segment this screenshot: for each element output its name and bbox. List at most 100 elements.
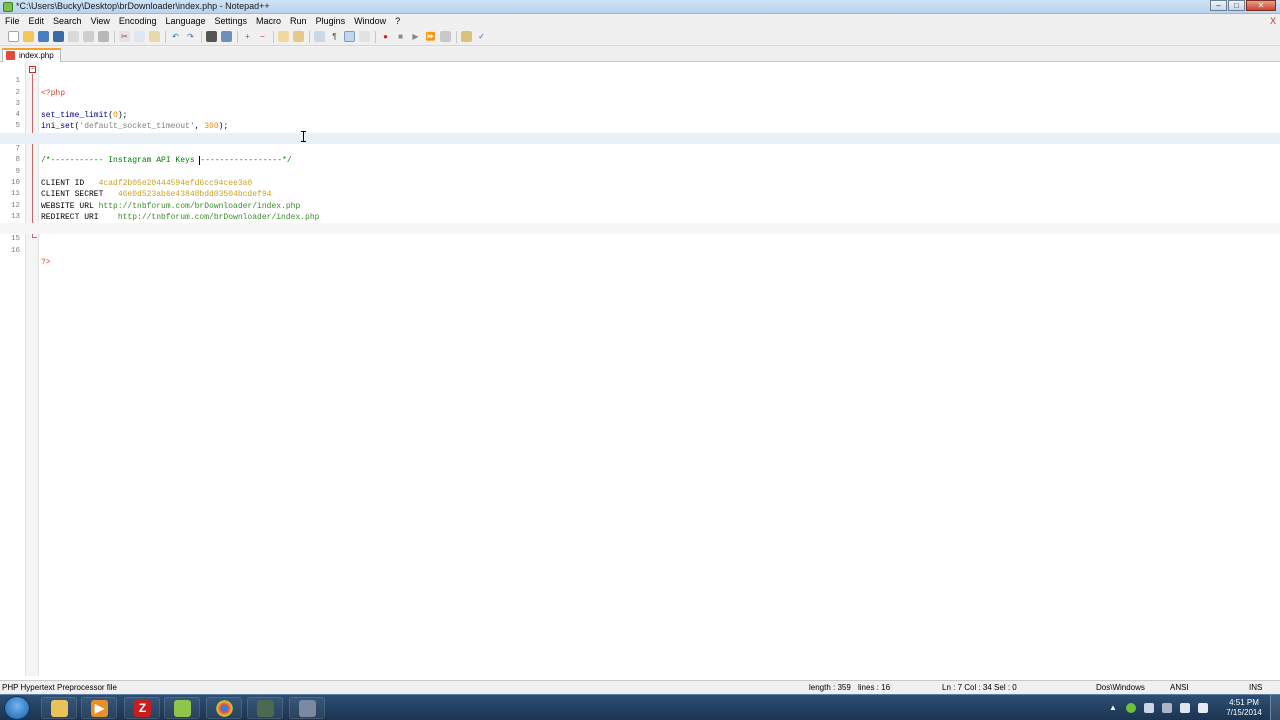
code-line: 15	[0, 223, 1280, 243]
toolbar-separator	[456, 30, 457, 43]
menu-plugins[interactable]: Plugins	[311, 16, 350, 26]
menu-macro[interactable]: Macro	[251, 16, 285, 26]
app-icon	[299, 700, 316, 717]
code-line: 16 ?>	[0, 234, 1280, 267]
code-line: 3 set_time_limit(0);	[0, 88, 1280, 120]
taskbar-explorer[interactable]	[41, 697, 77, 719]
indent-guide-icon[interactable]	[344, 31, 355, 42]
menu-bar: File Edit Search View Encoding Language …	[0, 14, 1280, 28]
word-wrap-icon[interactable]	[314, 31, 325, 42]
taskbar-filezilla[interactable]: Z	[124, 697, 160, 719]
minimize-button[interactable]: –	[1210, 0, 1227, 11]
code-line: 6	[0, 121, 1280, 142]
save-icon[interactable]	[38, 31, 49, 42]
status-eol[interactable]: Dos\Windows	[1096, 683, 1145, 692]
code-line: 4 ini_set('default_socket_timeout', 300)…	[0, 99, 1280, 131]
code-editor[interactable]: − 1 <?php 2 3 set_time_limit(0); 4 ini_s…	[0, 62, 1280, 676]
menu-run[interactable]: Run	[285, 16, 311, 26]
redo-icon[interactable]: ↷	[185, 31, 196, 42]
status-encoding[interactable]: ANSI	[1170, 683, 1189, 692]
code-line: 12 REDIRECT URI http://tnbforum.com/brDo…	[0, 189, 1280, 222]
toolbar-separator	[375, 30, 376, 43]
close-button[interactable]: ✕	[1246, 0, 1276, 11]
tray-network-icon[interactable]	[1144, 703, 1154, 713]
sync-horizontal-icon[interactable]	[293, 31, 304, 42]
record-macro-icon[interactable]: ●	[380, 31, 391, 42]
close-file-icon[interactable]	[68, 31, 79, 42]
play-macro-icon[interactable]: ▶	[410, 31, 421, 42]
maximize-button[interactable]: □	[1228, 0, 1245, 11]
tray-volume-icon[interactable]	[1198, 703, 1208, 713]
tray-expand-icon[interactable]: ▲	[1108, 703, 1118, 713]
save-macro-icon[interactable]	[440, 31, 451, 42]
toolbar-separator	[114, 30, 115, 43]
tray-flag-icon[interactable]	[1162, 703, 1172, 713]
open-file-icon[interactable]	[23, 31, 34, 42]
zoom-in-icon[interactable]: +	[242, 31, 253, 42]
clock-time: 4:51 PM	[1229, 698, 1259, 707]
paste-icon[interactable]	[149, 31, 160, 42]
taskbar-app-6[interactable]	[247, 697, 283, 719]
tray-app-icon[interactable]	[1126, 703, 1136, 713]
taskbar: ▶ Z ▲ 4:51 PM 7/15/2014	[0, 694, 1280, 720]
taskbar-notepad-plus-plus[interactable]	[164, 697, 200, 719]
close-all-icon[interactable]	[83, 31, 94, 42]
tab-index-php[interactable]: index.php	[2, 48, 61, 62]
copy-icon[interactable]	[134, 31, 145, 42]
status-position: Ln : 7 Col : 34 Sel : 0	[942, 683, 1017, 692]
menu-settings[interactable]: Settings	[210, 16, 252, 26]
sync-vertical-icon[interactable]	[278, 31, 289, 42]
print-icon[interactable]	[98, 31, 109, 42]
status-file-type: PHP Hypertext Preprocessor file	[2, 683, 118, 692]
notepad-plus-plus-icon	[174, 700, 191, 717]
line-number: 16	[10, 246, 20, 255]
mouse-ibeam-cursor-icon	[301, 131, 306, 142]
menu-language[interactable]: Language	[160, 16, 209, 26]
filezilla-icon: Z	[134, 700, 151, 717]
run-macro-multiple-icon[interactable]: ⏩	[425, 31, 436, 42]
taskbar-chrome[interactable]	[206, 697, 242, 719]
spellcheck-icon[interactable]: ✓	[476, 31, 487, 42]
menu-search[interactable]: Search	[48, 16, 86, 26]
save-all-icon[interactable]	[53, 31, 64, 42]
code-line: 13	[0, 201, 1280, 221]
code-line: 5 session_start();	[0, 110, 1280, 142]
taskbar-app-7[interactable]	[289, 697, 325, 719]
menu-encoding[interactable]: Encoding	[114, 16, 161, 26]
new-file-icon[interactable]	[8, 31, 19, 42]
toolbar-separator	[237, 30, 238, 43]
menu-help[interactable]: ?	[390, 16, 404, 26]
menu-file[interactable]: File	[0, 16, 24, 26]
menu-view[interactable]: View	[86, 16, 114, 26]
cut-icon[interactable]: ✂	[119, 31, 130, 42]
toolbar-separator	[309, 30, 310, 43]
show-desktop-button[interactable]	[1270, 695, 1280, 720]
stop-macro-icon[interactable]: ■	[395, 31, 406, 42]
show-all-chars-icon[interactable]: ¶	[329, 31, 340, 42]
tab-label: index.php	[19, 51, 54, 60]
toolbar-separator	[273, 30, 274, 43]
app-icon	[257, 700, 274, 717]
replace-icon[interactable]	[221, 31, 232, 42]
code-line: 10 CLIENT SECRET 46e0d523ab6e43848bdd035…	[0, 167, 1280, 199]
undo-icon[interactable]: ↶	[170, 31, 181, 42]
chrome-icon	[216, 700, 233, 717]
menu-edit[interactable]: Edit	[24, 16, 49, 26]
window-title: *C:\Users\Bucky\Desktop\brDownloader\ind…	[16, 1, 270, 11]
plugin-icon[interactable]	[461, 31, 472, 42]
taskbar-media-player[interactable]: ▶	[81, 697, 117, 719]
system-clock[interactable]: 4:51 PM 7/15/2014	[1222, 698, 1266, 718]
zoom-out-icon[interactable]: −	[257, 31, 268, 42]
toolbar-separator	[201, 30, 202, 43]
code-line: 9 CLIENT ID 4cadf2b05e20444594efd6cc94ce…	[0, 155, 1280, 188]
status-insert-mode[interactable]: INS	[1249, 683, 1262, 692]
tray-display-icon[interactable]	[1180, 703, 1190, 713]
find-icon[interactable]	[206, 31, 217, 42]
notepad-plus-plus-icon	[3, 2, 13, 12]
udl-icon[interactable]	[359, 31, 370, 42]
menu-window[interactable]: Window	[349, 16, 390, 26]
close-document-button[interactable]: X	[1270, 16, 1276, 26]
status-length: length : 359	[809, 683, 851, 692]
start-button[interactable]	[4, 696, 30, 720]
current-code-line: 7 /*----------- Instagram API Keys -----…	[0, 132, 1280, 165]
